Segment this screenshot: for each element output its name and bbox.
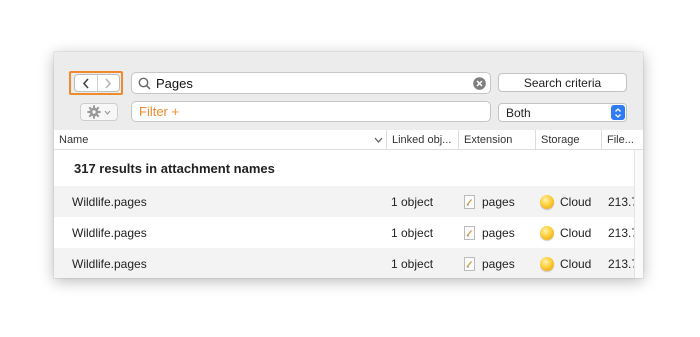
table-row[interactable]: Wildlife.pages 1 object pages Cloud 213.… (54, 186, 634, 217)
cell-file-size: 213.7 (608, 256, 634, 271)
table-header: Name Linked obj... Extension Storage Fil… (54, 130, 643, 150)
cell-storage: Cloud (540, 186, 604, 217)
cell-name: Wildlife.pages (72, 256, 147, 271)
pages-file-icon (464, 256, 475, 271)
cloud-storage-icon (540, 256, 554, 271)
cell-extension: pages (464, 186, 536, 217)
cloud-storage-icon (540, 225, 554, 240)
column-header-label: File... (607, 133, 634, 146)
results-group-label: 317 results in attachment names (74, 160, 275, 176)
action-menu-button[interactable] (80, 103, 118, 121)
chevron-right-icon (105, 77, 112, 89)
filter-placeholder: Filter + (139, 104, 180, 119)
clear-icon (472, 76, 486, 90)
extension-label: pages (482, 194, 515, 209)
scope-select[interactable]: Both (498, 103, 627, 122)
cell-storage: Cloud (540, 248, 604, 278)
sort-descending-icon (374, 137, 383, 143)
cell-storage: Cloud (540, 217, 604, 248)
scope-select-value: Both (506, 105, 531, 120)
cell-linked: 1 object (391, 194, 434, 209)
vertical-scrollbar[interactable] (634, 150, 643, 278)
search-criteria-button[interactable]: Search criteria (498, 73, 627, 92)
cell-file-size: 213.7 (608, 225, 634, 240)
nav-buttons (74, 74, 120, 92)
forward-button[interactable] (96, 75, 120, 91)
back-button[interactable] (75, 75, 97, 91)
cell-extension: pages (464, 248, 536, 278)
storage-label: Cloud (560, 194, 592, 209)
filter-field[interactable]: Filter + (131, 101, 491, 122)
cell-name: Wildlife.pages (72, 194, 147, 209)
column-header-name[interactable]: Name (54, 130, 386, 149)
clear-search-button[interactable] (468, 76, 490, 90)
column-header-label: Extension (464, 133, 513, 146)
column-header-file-size[interactable]: File... (601, 130, 643, 149)
pages-file-icon (464, 225, 475, 240)
extension-label: pages (482, 225, 515, 240)
column-header-linked[interactable]: Linked obj... (386, 130, 458, 149)
select-stepper-icon (611, 105, 625, 120)
cell-name: Wildlife.pages (72, 225, 147, 240)
table-row[interactable]: Wildlife.pages 1 object pages Cloud 213.… (54, 217, 634, 248)
search-icon (132, 77, 156, 90)
search-input[interactable] (156, 75, 468, 91)
search-window: Search criteria (54, 52, 643, 278)
column-header-storage[interactable]: Storage (535, 130, 601, 149)
column-header-extension[interactable]: Extension (458, 130, 535, 149)
cell-linked: 1 object (391, 256, 434, 271)
cell-file-size: 213.7 (608, 194, 634, 209)
results-group-header: 317 results in attachment names (54, 150, 634, 186)
storage-label: Cloud (560, 256, 592, 271)
gear-icon (87, 105, 101, 119)
column-header-label: Storage (541, 133, 580, 146)
extension-label: pages (482, 256, 515, 271)
column-header-label: Linked obj... (392, 133, 452, 146)
cell-extension: pages (464, 217, 536, 248)
chevron-down-icon (104, 110, 111, 115)
search-field[interactable] (131, 72, 491, 94)
chevron-left-icon (82, 77, 89, 89)
pages-file-icon (464, 194, 475, 209)
toolbar: Search criteria (54, 52, 643, 130)
column-header-label: Name (59, 133, 89, 146)
cloud-storage-icon (540, 194, 554, 209)
storage-label: Cloud (560, 225, 592, 240)
cell-linked: 1 object (391, 225, 434, 240)
table-row[interactable]: Wildlife.pages 1 object pages Cloud 213.… (54, 248, 634, 278)
